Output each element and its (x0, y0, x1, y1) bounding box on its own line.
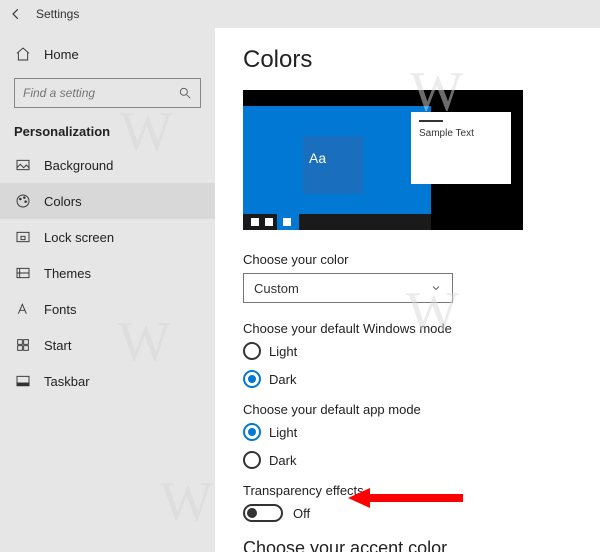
windows-mode-group: Light Dark (243, 342, 572, 388)
sidebar-item-themes[interactable]: Themes (0, 255, 215, 291)
choose-color-combo[interactable]: Custom (243, 273, 453, 303)
windows-mode-dark[interactable]: Dark (243, 370, 572, 388)
sidebar-section: Personalization (0, 118, 215, 147)
sidebar-item-taskbar[interactable]: Taskbar (0, 363, 215, 399)
preview-taskbar-ico (283, 218, 291, 226)
sidebar-item-fonts[interactable]: Fonts (0, 291, 215, 327)
preview-taskbar-ico (251, 218, 259, 226)
preview-card: Sample Text (411, 112, 511, 184)
search-box[interactable] (14, 78, 201, 108)
start-icon (14, 336, 32, 354)
window-title: Settings (36, 7, 79, 21)
themes-icon (14, 264, 32, 282)
sidebar-item-label: Taskbar (44, 374, 90, 389)
palette-icon (14, 192, 32, 210)
app-mode-dark[interactable]: Dark (243, 451, 572, 469)
choose-color-label: Choose your color (243, 252, 572, 267)
radio-label: Light (269, 344, 297, 359)
content-pane: Colors Aa Sample Text Choose your color … (215, 28, 600, 552)
windows-mode-light[interactable]: Light (243, 342, 572, 360)
lockscreen-icon (14, 228, 32, 246)
windows-mode-label: Choose your default Windows mode (243, 321, 572, 336)
sidebar-item-label: Background (44, 158, 113, 173)
search-input[interactable] (23, 86, 173, 100)
app-mode-light[interactable]: Light (243, 423, 572, 441)
preview-aa: Aa (309, 150, 326, 166)
arrow-left-icon (9, 7, 23, 21)
sidebar-item-label: Fonts (44, 302, 77, 317)
titlebar: Settings (0, 0, 600, 28)
sidebar-item-colors[interactable]: Colors (0, 183, 215, 219)
search-icon (178, 86, 192, 100)
fonts-icon (14, 300, 32, 318)
preview-taskbar-ico (265, 218, 273, 226)
sidebar-item-label: Lock screen (44, 230, 114, 245)
transparency-toggle[interactable] (243, 504, 283, 522)
app-mode-group: Light Dark (243, 423, 572, 469)
chevron-down-icon (430, 282, 442, 294)
picture-icon (14, 156, 32, 174)
radio-circle (243, 451, 261, 469)
sidebar-item-label: Themes (44, 266, 91, 281)
radio-label: Dark (269, 453, 296, 468)
transparency-label: Transparency effects (243, 483, 572, 498)
taskbar-icon (14, 372, 32, 390)
sidebar-item-label: Start (44, 338, 71, 353)
preview-card-line (419, 120, 443, 122)
page-heading: Colors (243, 46, 572, 74)
choose-color-value: Custom (254, 281, 299, 296)
app-mode-label: Choose your default app mode (243, 402, 572, 417)
sidebar-home-label: Home (44, 47, 79, 62)
radio-circle (243, 370, 261, 388)
radio-circle (243, 423, 261, 441)
transparency-state: Off (293, 506, 310, 521)
sidebar-home[interactable]: Home (0, 36, 215, 72)
radio-label: Dark (269, 372, 296, 387)
radio-circle (243, 342, 261, 360)
sidebar-item-start[interactable]: Start (0, 327, 215, 363)
sidebar-item-background[interactable]: Background (0, 147, 215, 183)
home-icon (14, 45, 32, 63)
accent-heading: Choose your accent color (243, 538, 572, 552)
radio-label: Light (269, 425, 297, 440)
main-area: Home Personalization Background Colors L… (0, 28, 600, 552)
sidebar-item-lockscreen[interactable]: Lock screen (0, 219, 215, 255)
toggle-knob (247, 508, 257, 518)
color-preview: Aa Sample Text (243, 90, 523, 230)
preview-card-text: Sample Text (419, 128, 503, 139)
sidebar-item-label: Colors (44, 194, 82, 209)
back-button[interactable] (0, 0, 32, 28)
sidebar: Home Personalization Background Colors L… (0, 28, 215, 552)
transparency-row: Off (243, 504, 572, 522)
